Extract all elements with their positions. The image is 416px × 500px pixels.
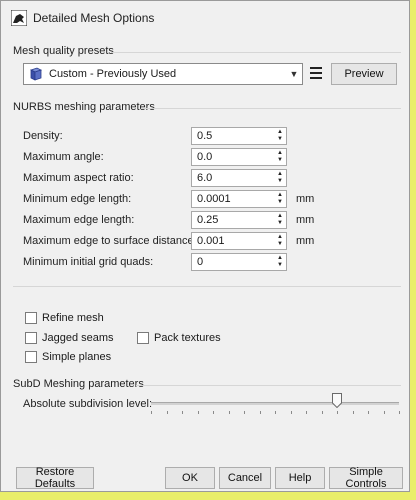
max-edge-length-stepper[interactable]: 0.25 ▲ ▼ — [191, 211, 287, 229]
max-angle-value: 0.0 — [197, 151, 213, 163]
density-value: 0.5 — [197, 130, 213, 142]
preset-selected-value: Custom - Previously Used — [49, 68, 177, 80]
density-stepper[interactable]: 0.5 ▲ ▼ — [191, 127, 287, 145]
max-edge-length-label: Maximum edge length: — [23, 214, 135, 226]
slider-tick — [151, 411, 152, 414]
slider-tick — [198, 411, 199, 414]
jagged-seams-label: Jagged seams — [42, 332, 114, 344]
subd-divider — [136, 385, 401, 386]
help-button[interactable]: Help — [275, 467, 325, 489]
spin-arrows-icon[interactable]: ▲ ▼ — [274, 149, 286, 165]
spin-arrows-icon[interactable]: ▲ ▼ — [274, 233, 286, 249]
subd-group-label: SubD Meshing parameters — [13, 378, 144, 390]
max-edge-surface-distance-unit: mm — [296, 235, 315, 247]
menu-icon[interactable] — [310, 67, 322, 79]
rhino-app-icon — [11, 9, 27, 26]
jagged-seams-checkbox[interactable]: Jagged seams — [25, 332, 114, 344]
min-grid-quads-label: Minimum initial grid quads: — [23, 256, 154, 268]
slider-tick — [291, 411, 292, 414]
slider-tick — [337, 411, 338, 414]
cancel-button[interactable]: Cancel — [219, 467, 271, 489]
slider-tick — [275, 411, 276, 414]
preview-button[interactable]: Preview — [331, 63, 397, 85]
max-edge-surface-distance-value: 0.001 — [197, 235, 225, 247]
detailed-mesh-options-dialog: Detailed Mesh Options Mesh quality prese… — [0, 0, 410, 492]
restore-defaults-button[interactable]: Restore Defaults — [16, 466, 94, 490]
presets-group-label: Mesh quality presets — [13, 45, 114, 57]
title-bar: Detailed Mesh Options — [1, 1, 409, 34]
slider-thumb[interactable] — [332, 393, 342, 411]
slider-tick — [229, 411, 230, 414]
slider-tick — [260, 411, 261, 414]
refine-mesh-label: Refine mesh — [42, 312, 104, 324]
slider-tick — [306, 411, 307, 414]
slider-tick — [167, 411, 168, 414]
max-aspect-ratio-stepper[interactable]: 6.0 ▲ ▼ — [191, 169, 287, 187]
spin-arrows-icon[interactable]: ▲ ▼ — [274, 170, 286, 186]
min-edge-length-value: 0.0001 — [197, 193, 231, 205]
window-title: Detailed Mesh Options — [33, 10, 155, 25]
spin-arrows-icon[interactable]: ▲ ▼ — [274, 128, 286, 144]
min-edge-length-label: Minimum edge length: — [23, 193, 132, 205]
checkbox-box[interactable] — [25, 351, 37, 363]
subdivision-level-label: Absolute subdivision level: — [23, 398, 153, 410]
min-edge-length-stepper[interactable]: 0.0001 ▲ ▼ — [191, 190, 287, 208]
slider-tick — [322, 411, 323, 414]
simple-planes-label: Simple planes — [42, 351, 112, 363]
slider-tick — [384, 411, 385, 414]
spin-arrows-icon[interactable]: ▲ ▼ — [274, 212, 286, 228]
slider-tick — [399, 411, 400, 414]
max-angle-label: Maximum angle: — [23, 151, 104, 163]
max-edge-length-value: 0.25 — [197, 214, 219, 226]
presets-divider — [111, 52, 401, 53]
spin-arrows-icon[interactable]: ▲ ▼ — [274, 254, 286, 270]
slider-tick — [213, 411, 214, 414]
max-edge-surface-distance-stepper[interactable]: 0.001 ▲ ▼ — [191, 232, 287, 250]
simple-controls-button[interactable]: Simple Controls — [329, 466, 403, 490]
simple-planes-checkbox[interactable]: Simple planes — [25, 351, 111, 363]
min-grid-quads-value: 0 — [197, 256, 204, 268]
subdivision-level-slider[interactable] — [151, 402, 399, 405]
chevron-down-icon: ▼ — [289, 69, 299, 79]
pack-textures-label: Pack textures — [154, 332, 221, 344]
slider-tick — [368, 411, 369, 414]
checkbox-box[interactable] — [25, 332, 37, 344]
density-label: Density: — [23, 130, 63, 142]
refine-mesh-checkbox[interactable]: Refine mesh — [25, 312, 104, 324]
checkbox-box[interactable] — [137, 332, 149, 344]
max-edge-length-unit: mm — [296, 214, 315, 226]
checkbox-box[interactable] — [25, 312, 37, 324]
book-icon — [29, 67, 43, 81]
nurbs-divider — [141, 108, 401, 109]
max-angle-stepper[interactable]: 0.0 ▲ ▼ — [191, 148, 287, 166]
slider-tick — [182, 411, 183, 414]
spin-arrows-icon[interactable]: ▲ ▼ — [274, 191, 286, 207]
min-grid-quads-stepper[interactable]: 0 ▲ ▼ — [191, 253, 287, 271]
preset-dropdown[interactable]: Custom - Previously Used ▼ — [23, 63, 303, 85]
min-edge-length-unit: mm — [296, 193, 315, 205]
options-divider — [13, 286, 401, 287]
pack-textures-checkbox[interactable]: Pack textures — [137, 332, 221, 344]
max-edge-surface-distance-label: Maximum edge to surface distance: — [23, 235, 197, 247]
max-aspect-ratio-label: Maximum aspect ratio: — [23, 172, 134, 184]
slider-tick — [353, 411, 354, 414]
slider-tick — [244, 411, 245, 414]
max-aspect-ratio-value: 6.0 — [197, 172, 213, 184]
ok-button[interactable]: OK — [165, 467, 215, 489]
nurbs-group-label: NURBS meshing parameters — [13, 101, 155, 113]
